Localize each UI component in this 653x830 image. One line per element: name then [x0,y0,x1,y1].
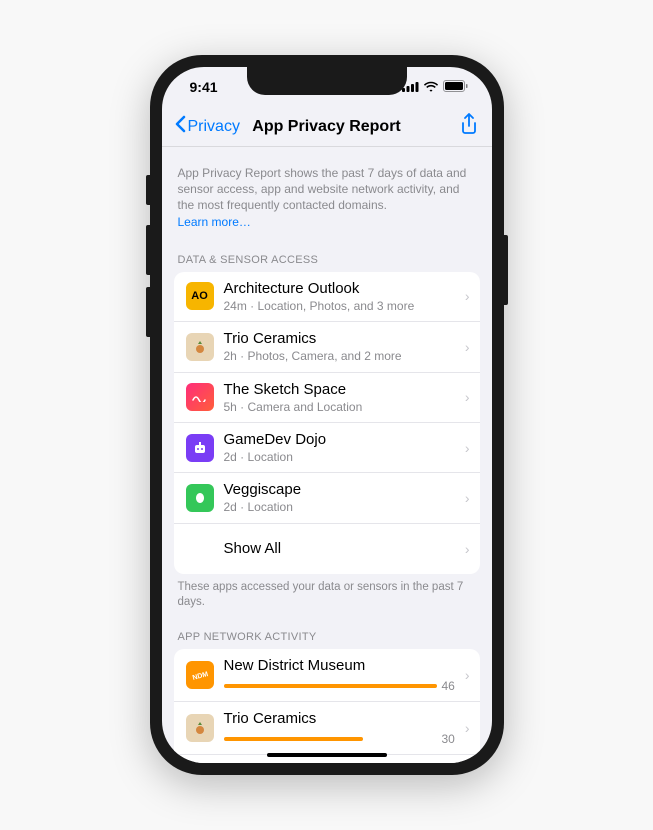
app-name: Architecture Outlook [224,280,455,298]
notch [247,67,407,95]
app-icon [186,484,214,512]
app-icon [186,714,214,742]
chevron-right-icon: › [465,490,470,506]
app-row-sketch-space[interactable]: The Sketch Space 5h · Camera and Locatio… [174,373,480,423]
chevron-right-icon: › [465,288,470,304]
activity-bar [224,684,438,688]
app-name: Trio Ceramics [224,330,455,348]
app-row-architecture-outlook[interactable]: AO Architecture Outlook 24m · Location, … [174,272,480,322]
network-row-trio-ceramics[interactable]: Trio Ceramics 30 › [174,702,480,755]
back-button[interactable]: Privacy [174,115,240,138]
app-detail: 2d · Location [224,500,455,514]
status-time: 9:41 [190,79,218,95]
activity-bar [224,737,438,741]
app-icon: AO [186,282,214,310]
section-header-network: APP NETWORK ACTIVITY [162,615,492,649]
app-name: New District Museum [224,657,455,675]
chevron-left-icon [174,115,186,138]
network-card: NDM New District Museum 46 › [174,649,480,763]
show-all-button[interactable]: Show All › [174,524,480,574]
nav-bar: Privacy App Privacy Report [162,107,492,147]
app-row-veggiscape[interactable]: Veggiscape 2d · Location › [174,473,480,523]
back-label: Privacy [188,118,240,136]
share-button[interactable] [460,113,478,140]
app-icon [186,434,214,462]
app-name: GameDev Dojo [224,431,455,449]
network-row-new-district-museum[interactable]: NDM New District Museum 46 › [174,649,480,702]
app-icon: NDM [186,661,214,689]
section-header-data-sensor: DATA & SENSOR ACCESS [162,238,492,272]
app-icon [186,333,214,361]
app-row-trio-ceramics[interactable]: Trio Ceramics 2h · Photos, Camera, and 2… [174,322,480,372]
activity-value: 46 [441,679,454,693]
chevron-right-icon: › [465,541,470,557]
app-name: The Sketch Space [224,381,455,399]
chevron-right-icon: › [465,667,470,683]
svg-text:NDM: NDM [192,671,208,682]
app-detail: 24m · Location, Photos, and 3 more [224,299,455,313]
screen: 9:41 Privacy App Privacy [162,67,492,763]
section-footer-data-sensor: These apps accessed your data or sensors… [162,574,492,615]
intro-text: App Privacy Report shows the past 7 days… [162,147,492,238]
home-indicator[interactable] [267,753,387,757]
chevron-right-icon: › [465,440,470,456]
app-detail: 5h · Camera and Location [224,400,455,414]
phone-frame: 9:41 Privacy App Privacy [150,55,504,775]
app-row-gamedev-dojo[interactable]: GameDev Dojo 2d · Location › [174,423,480,473]
app-icon [186,383,214,411]
app-detail: 2d · Location [224,450,455,464]
content-scroll[interactable]: App Privacy Report shows the past 7 days… [162,147,492,763]
app-name: Trio Ceramics [224,710,455,728]
app-detail: 2h · Photos, Camera, and 2 more [224,349,455,363]
page-title: App Privacy Report [252,118,400,136]
wifi-icon [423,79,439,95]
show-all-label: Show All [224,540,455,558]
chevron-right-icon: › [465,389,470,405]
activity-value: 30 [441,732,454,746]
chevron-right-icon: › [465,339,470,355]
learn-more-link[interactable]: Learn more… [178,215,251,229]
app-name: Veggiscape [224,481,455,499]
battery-icon [443,79,468,95]
data-sensor-card: AO Architecture Outlook 24m · Location, … [174,272,480,574]
chevron-right-icon: › [465,720,470,736]
